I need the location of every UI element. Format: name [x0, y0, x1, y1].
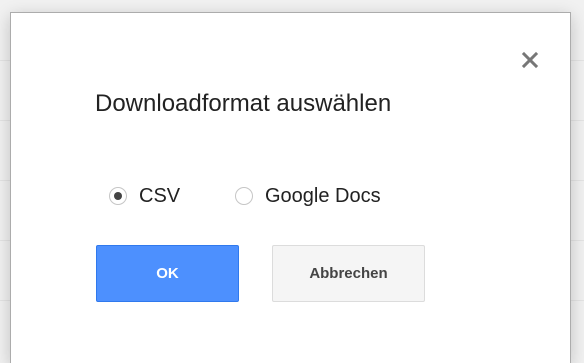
radio-button-csv[interactable] — [109, 187, 127, 205]
cancel-button[interactable]: Abbrechen — [272, 245, 425, 302]
download-format-dialog: Downloadformat auswählen CSV Google Docs… — [10, 12, 571, 363]
radio-option-google-docs[interactable]: Google Docs — [235, 181, 381, 211]
close-icon — [521, 51, 539, 69]
dialog-title: Downloadformat auswählen — [95, 90, 392, 117]
radio-label-csv: CSV — [139, 184, 181, 207]
radio-label-google-docs: Google Docs — [265, 184, 381, 207]
close-button[interactable] — [517, 47, 543, 73]
radio-option-csv[interactable]: CSV — [109, 181, 180, 211]
ok-button[interactable]: OK — [96, 245, 239, 302]
radio-button-google-docs[interactable] — [235, 187, 253, 205]
